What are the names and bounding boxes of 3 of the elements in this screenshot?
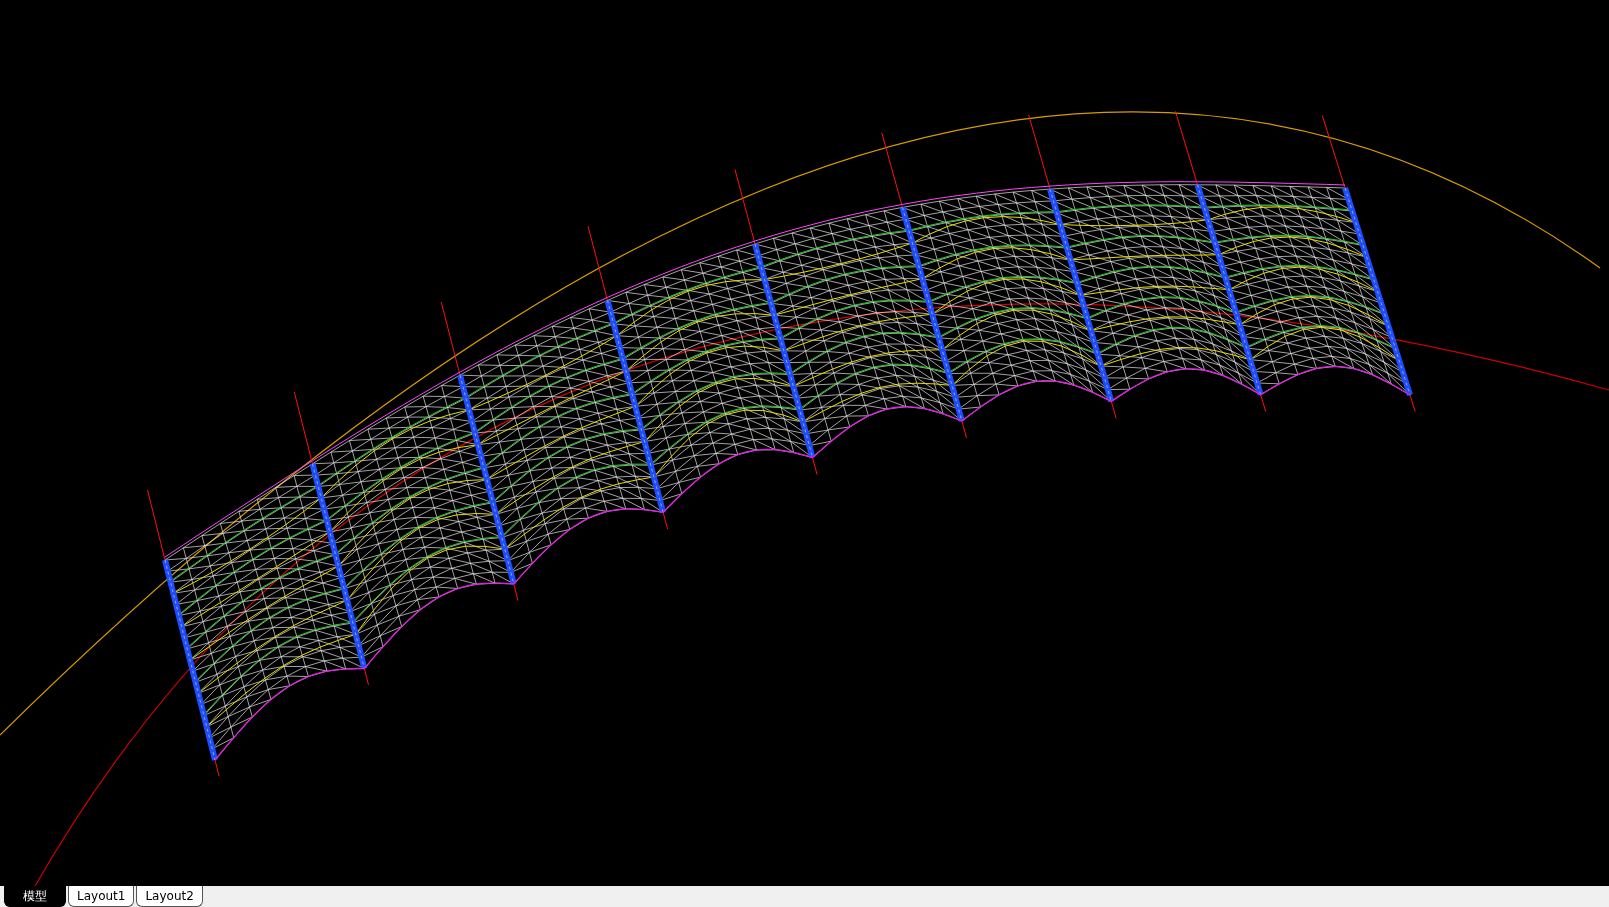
layout-tab[interactable]: Layout2 [136, 886, 203, 907]
layout-tab[interactable]: Layout1 [68, 886, 135, 907]
layout-tab[interactable]: 模型 [4, 886, 66, 907]
